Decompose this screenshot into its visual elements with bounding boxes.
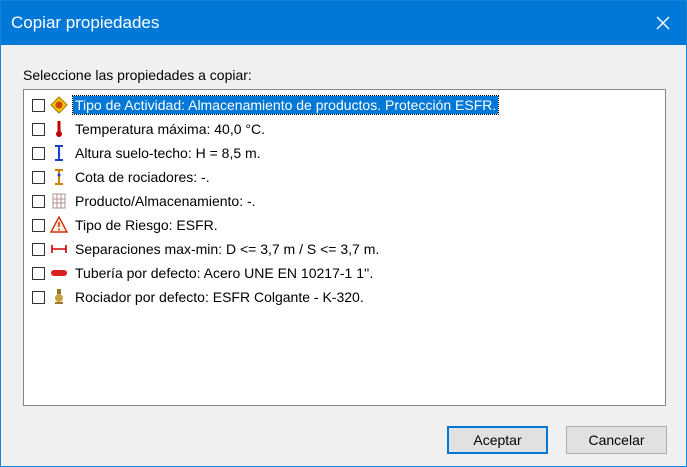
list-item[interactable]: Tipo de Riesgo: ESFR. [32,214,220,236]
item-label: Cota de rociadores: -. [75,169,210,185]
checkbox[interactable] [32,98,45,112]
spacing-icon [49,239,69,259]
list-item[interactable]: Cota de rociadores: -. [32,166,212,188]
storage-rack-icon [49,191,69,211]
list-item[interactable]: Producto/Almacenamiento: -. [32,190,258,212]
instruction-label: Seleccione las propiedades a copiar: [23,67,252,83]
item-label: Altura suelo-techo: H = 8,5 m. [75,145,261,161]
list-item[interactable]: Rociador por defecto: ESFR Colgante - K-… [32,286,366,308]
item-label: Tipo de Actividad: Almacenamiento de pro… [71,95,500,115]
list-item[interactable]: Separaciones max-min: D <= 3,7 m / S <= … [32,238,381,260]
list-item[interactable]: Tubería por defecto: Acero UNE EN 10217-… [32,262,375,284]
item-label: Temperatura máxima: 40,0 °C. [75,121,266,137]
close-icon [656,16,670,30]
checkbox[interactable] [32,122,45,136]
dialog-title: Copiar propiedades [11,13,160,32]
list-item[interactable]: Temperatura máxima: 40,0 °C. [32,118,267,140]
pipe-icon [49,263,69,283]
sprinkler-level-icon [49,167,69,187]
title-bar[interactable]: Copiar propiedades [1,1,686,45]
activity-warning-icon [49,95,69,115]
checkbox[interactable] [32,290,45,304]
list-item[interactable]: Altura suelo-techo: H = 8,5 m. [32,142,263,164]
checkbox[interactable] [32,242,45,256]
checkbox[interactable] [32,194,45,208]
checkbox[interactable] [32,266,45,280]
height-measure-icon [49,143,69,163]
close-button[interactable] [640,1,686,45]
risk-warning-icon [49,215,69,235]
checkbox[interactable] [32,146,45,160]
item-label: Separaciones max-min: D <= 3,7 m / S <= … [75,241,380,257]
item-label: Tubería por defecto: Acero UNE EN 10217-… [75,265,374,281]
thermometer-icon [49,119,69,139]
checkbox[interactable] [32,218,45,232]
copy-properties-dialog: Copiar propiedades Seleccione las propie… [0,0,687,467]
checkbox[interactable] [32,170,45,184]
cancel-button[interactable]: Cancelar [566,426,667,454]
item-label: Rociador por defecto: ESFR Colgante - K-… [75,289,364,305]
accept-button[interactable]: Aceptar [447,426,548,454]
item-label: Producto/Almacenamiento: -. [75,193,256,209]
item-label: Tipo de Riesgo: ESFR. [75,217,218,233]
properties-checklist[interactable]: Tipo de Actividad: Almacenamiento de pro… [23,89,666,406]
sprinkler-head-icon [49,287,69,307]
list-item[interactable]: Tipo de Actividad: Almacenamiento de pro… [32,94,500,116]
